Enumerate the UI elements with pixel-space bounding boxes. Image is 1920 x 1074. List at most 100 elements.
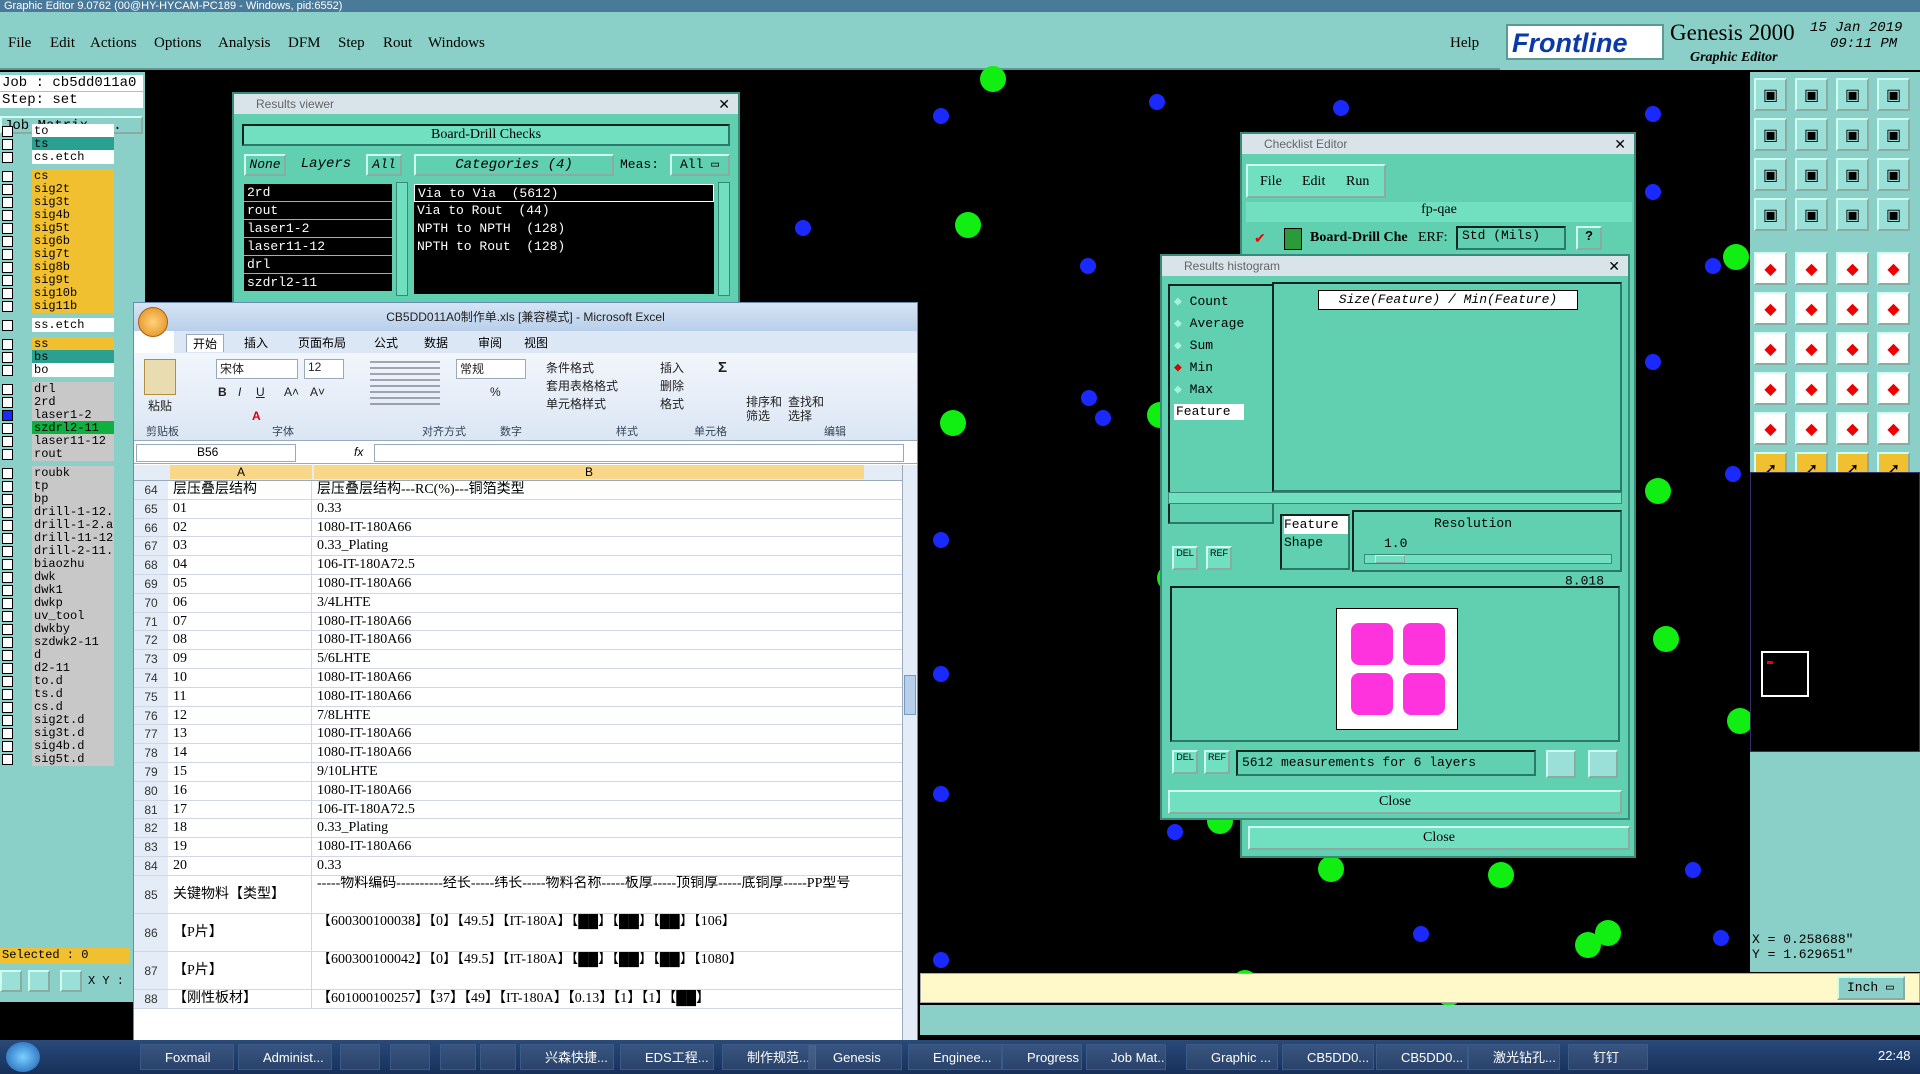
layer-list-item[interactable]: 2rd [244,184,392,201]
layer-row[interactable]: sig5t.d [0,752,145,767]
taskbar-item[interactable] [390,1044,430,1070]
layer-checkbox[interactable] [2,689,13,700]
cell-b[interactable]: 1080-IT-180A66 [314,669,864,687]
bold-button[interactable]: B [218,385,227,399]
layer-checkbox[interactable] [2,468,13,479]
number-format-select[interactable]: 常规 [456,359,526,379]
layer-checkbox[interactable] [2,384,13,395]
layer-row[interactable]: bo [0,363,145,378]
row-number[interactable]: 83 [134,838,168,856]
close-icon[interactable]: ✕ [718,94,730,114]
autosum-icon[interactable]: Σ [718,359,727,376]
cell-b[interactable]: 1080-IT-180A66 [314,613,864,631]
percent-button[interactable]: % [490,385,501,399]
sheet-row[interactable]: 77 13 1080-IT-180A66 [134,725,904,745]
histogram-close-button[interactable]: Close [1168,790,1622,814]
ribbon-tab[interactable]: 插入 [238,334,274,351]
checklist-editor-titlebar[interactable]: Checklist Editor ✕ [1242,134,1634,154]
row-number[interactable]: 79 [134,763,168,781]
row-number[interactable]: 85 [134,875,168,913]
layer-checkbox[interactable] [2,559,13,570]
layer-list-item[interactable]: laser11-12 [244,238,392,255]
circle-icon[interactable]: ◆ [1877,252,1910,285]
cell-a[interactable]: 层压叠层结构 [170,481,312,499]
cell-a[interactable]: 06 [170,593,312,612]
cell-styles-button[interactable]: 单元格样式 [546,395,606,412]
sheet-row[interactable]: 75 11 1080-IT-180A66 [134,687,904,707]
column-a-header[interactable]: A [170,465,312,479]
layer-checkbox[interactable] [2,365,13,376]
layer-checkbox[interactable] [2,520,13,531]
warning-icon[interactable]: ◆ [1754,412,1787,445]
cell-a[interactable]: 【P片】 [170,913,312,951]
split-icon[interactable]: ▣ [1836,118,1869,151]
layer-checkbox[interactable] [2,436,13,447]
taskbar-item[interactable] [340,1044,380,1070]
taskbar-item[interactable]: EDS工程... [620,1044,714,1070]
zoom-region-icon[interactable] [1588,750,1618,778]
sheet-row[interactable]: 86 【P片】 【600300100038】【0】【49.5】【IT-180A】【█… [134,913,904,952]
sheet-row[interactable]: 80 16 1080-IT-180A66 [134,781,904,801]
category-list-item[interactable]: NPTH to NPTH (128) [414,220,714,238]
cell-a[interactable]: 19 [170,838,312,856]
checklist-row[interactable]: ✔ Board-Drill Che ERF: Std (Mils) ? [1246,224,1632,254]
category-scrollbar[interactable] [718,182,730,296]
bar-icon[interactable]: ◆ [1836,252,1869,285]
ribbon-tab[interactable]: 数据 [418,334,454,351]
ribbon-tab[interactable]: 审阅 [472,334,508,351]
cell-a[interactable]: 17 [170,800,312,819]
taskbar-item[interactable]: Genesis [808,1044,902,1070]
checklist-menu-run[interactable]: Run [1346,174,1369,190]
sheet-row[interactable]: 76 12 7/8LHTE [134,706,904,726]
array-icon[interactable]: ◆ [1877,372,1910,405]
layer-checkbox[interactable] [2,449,13,460]
fit-icon[interactable]: ▣ [1754,158,1787,191]
row-number[interactable]: 77 [134,725,168,744]
row-number[interactable]: 65 [134,499,168,518]
sort-filter-button[interactable]: 排序和筛选 [746,395,786,423]
layer-checkbox[interactable] [2,320,13,331]
cell-a[interactable]: 10 [170,669,312,687]
crop-icon[interactable]: ◆ [1795,252,1828,285]
cell-b[interactable]: 层压叠层结构---RC(%)---铜箔类型 [314,481,864,499]
font-name-select[interactable]: 宋体 [216,359,298,379]
layer-listbox[interactable]: 2rd rout laser1-2 laser11-12 drl szdrl2-11 [244,184,392,294]
cell-b[interactable]: 3/4LHTE [314,594,864,612]
step-icon[interactable]: ◆ [1836,372,1869,405]
formula-input[interactable] [374,444,904,462]
delete-cells-button[interactable]: 删除 [660,377,684,394]
ribbon-tab[interactable]: 公式 [368,334,404,351]
taskbar-item[interactable]: 激光钻孔... [1468,1044,1560,1070]
layer-row[interactable]: cs.etch [0,150,145,165]
ref-button-bottom[interactable]: REF [1204,750,1230,774]
cell-a[interactable]: 05 [170,575,312,593]
menu-analysis[interactable]: Analysis [218,35,271,52]
font-color-button[interactable]: A [252,409,261,423]
cell-b[interactable]: 1080-IT-180A66 [314,519,864,537]
row-number[interactable]: 76 [134,706,168,725]
fill-icon[interactable]: ◆ [1754,252,1787,285]
home-icon[interactable]: ▣ [1754,78,1787,111]
cell-a[interactable]: 08 [170,631,312,650]
taskbar-item[interactable]: 兴森快捷... [520,1044,614,1070]
layer-checkbox[interactable] [2,533,13,544]
layer-list-item[interactable]: rout [244,202,392,219]
layer-checkbox[interactable] [2,611,13,622]
layer-checkbox[interactable] [2,275,13,286]
building-icon[interactable]: ▣ [1836,78,1869,111]
office-button[interactable] [138,307,168,337]
menu-actions[interactable]: Actions [90,35,137,52]
cell-b[interactable]: 【600300100038】【0】【49.5】【IT-180A】【██】【██】… [314,914,864,951]
layer-row[interactable]: ss.etch [0,318,145,333]
insert-cells-button[interactable]: 插入 [660,359,684,376]
cell-b[interactable]: 9/10LHTE [314,763,864,781]
sheet-row[interactable]: 88 【刚性板材】 【601000100257】【37】【49】【IT-180A】【… [134,989,904,1009]
cell-a[interactable]: 13 [170,725,312,744]
menu-windows[interactable]: Windows [428,35,485,52]
sheet-row[interactable]: 69 05 1080-IT-180A66 [134,575,904,594]
taskbar-item[interactable]: 钉钉 [1568,1044,1648,1070]
import-icon[interactable]: ▣ [1754,118,1787,151]
resolution-slider-handle[interactable] [1375,555,1405,563]
sheet-row[interactable]: 81 17 106-IT-180A72.5 [134,800,904,820]
layer-checkbox[interactable] [2,397,13,408]
